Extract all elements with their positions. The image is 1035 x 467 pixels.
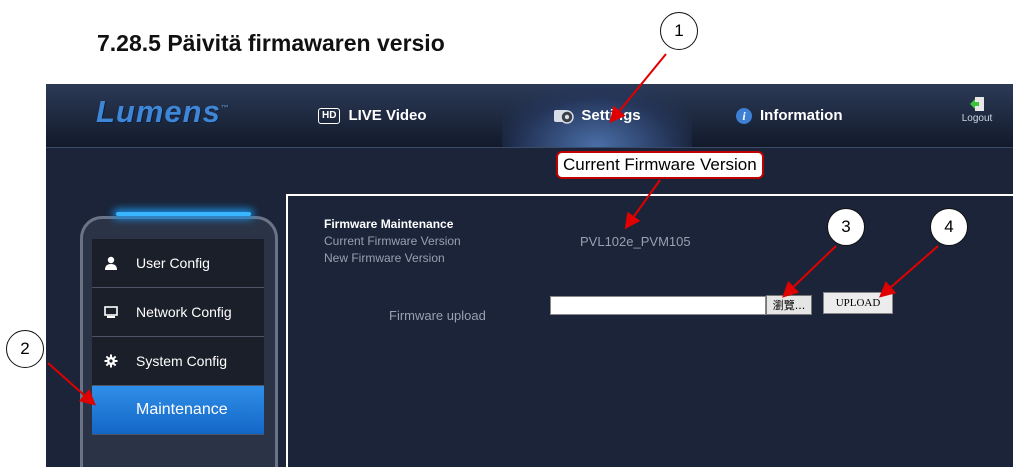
callout-current-firmware: Current Firmware Version	[556, 151, 764, 179]
gear-icon	[104, 354, 118, 368]
sidebar-item-user-config[interactable]: User Config	[92, 239, 264, 288]
lumens-logo: Lumens™	[96, 94, 230, 130]
upload-button[interactable]: UPLOAD	[823, 292, 893, 314]
top-navigation-bar: Lumens™ HD LIVE Video Settings i Informa…	[46, 84, 1013, 148]
nav-information[interactable]: i Information	[736, 84, 843, 147]
firmware-panel: Firmware Maintenance Current Firmware Ve…	[286, 194, 1013, 467]
logout-label: Logout	[961, 113, 993, 124]
sidebar-item-label: Maintenance	[136, 401, 228, 418]
logo-trademark: ™	[220, 103, 230, 113]
sidebar-item-network-config[interactable]: Network Config	[92, 288, 264, 337]
user-icon	[104, 256, 118, 270]
sidebar-menu: User Config Network Config System Config…	[92, 239, 264, 435]
settings-gear-icon	[553, 107, 575, 125]
sidebar-item-label: Network Config	[136, 304, 232, 320]
current-firmware-label: Current Firmware Version	[324, 234, 461, 248]
device-glow-bar	[116, 212, 251, 216]
firmware-upload-label: Firmware upload	[389, 308, 486, 323]
browse-button[interactable]: 瀏覽...	[766, 295, 812, 315]
nav-settings[interactable]: Settings	[502, 84, 692, 147]
firmware-file-input[interactable]	[550, 296, 766, 315]
nav-live-video-label: LIVE Video	[348, 107, 427, 124]
sidebar-item-system-config[interactable]: System Config	[92, 337, 264, 386]
sidebar-item-label: User Config	[136, 255, 210, 271]
page-heading: 7.28.5 Päivitä firmawaren versio	[97, 30, 445, 56]
marker-3: 3	[827, 208, 865, 246]
nav-live-video[interactable]: HD LIVE Video	[318, 84, 427, 147]
nav-information-label: Information	[760, 107, 843, 124]
firmware-maintenance-title: Firmware Maintenance	[324, 217, 454, 231]
logout-icon	[969, 96, 985, 112]
monitor-icon	[104, 305, 118, 319]
marker-1: 1	[660, 12, 698, 50]
info-icon: i	[736, 107, 752, 124]
logout-button[interactable]: Logout	[952, 96, 1002, 124]
nav-settings-label: Settings	[581, 107, 641, 124]
marker-2: 2	[6, 330, 44, 368]
app-window: Lumens™ HD LIVE Video Settings i Informa…	[46, 84, 1013, 467]
sidebar-item-maintenance[interactable]: Maintenance	[92, 386, 264, 435]
current-firmware-value: PVL102e_PVM105	[580, 234, 691, 249]
hd-icon: HD	[318, 107, 341, 124]
marker-4: 4	[930, 208, 968, 246]
new-firmware-label: New Firmware Version	[324, 251, 445, 265]
logo-text: Lumens	[96, 94, 221, 129]
sidebar-item-label: System Config	[136, 353, 228, 369]
